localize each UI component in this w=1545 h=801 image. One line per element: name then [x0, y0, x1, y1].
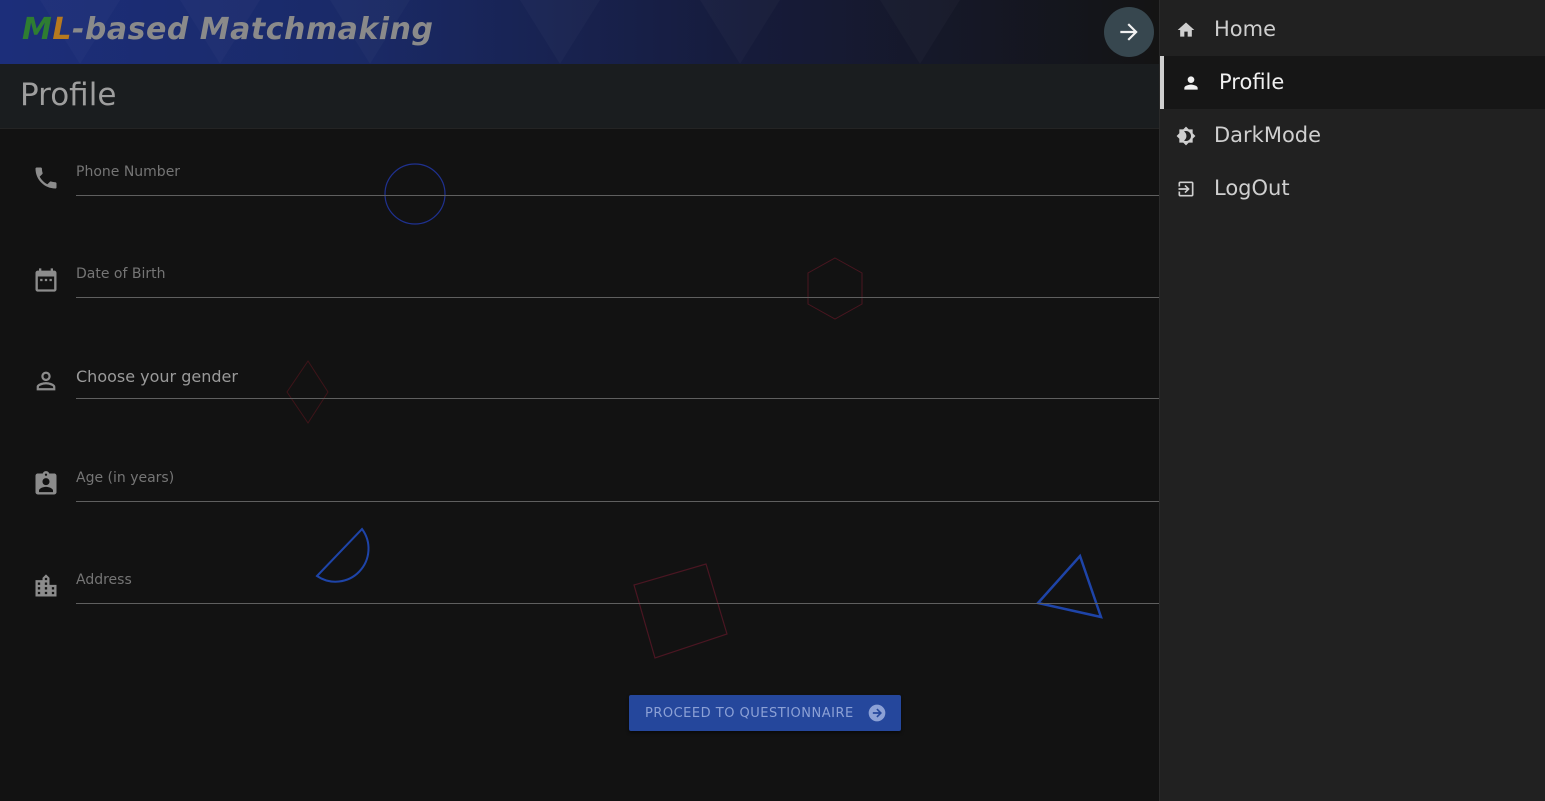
nav-item-label: Profile	[1219, 70, 1285, 94]
brightness-icon	[1176, 126, 1196, 146]
calendar-icon	[35, 268, 57, 292]
brand-text: -based Matchmaking	[71, 12, 434, 47]
phone-number-field[interactable]: Phone Number	[0, 164, 1159, 224]
arrow-circle-right-icon	[868, 704, 886, 722]
phone-icon	[35, 167, 57, 189]
gender-select[interactable]: Choose your gender	[0, 367, 1159, 427]
nav-item-darkmode[interactable]: DarkMode	[1160, 109, 1545, 162]
proceed-button-label: PROCEED TO QUESTIONNAIRE	[645, 705, 854, 721]
nav-item-profile[interactable]: Profile	[1160, 56, 1545, 109]
side-navigation: Home Profile DarkMode LogOut	[1159, 0, 1545, 801]
brand-letter-m: M	[22, 12, 53, 47]
home-icon	[1177, 22, 1195, 37]
field-underline	[76, 501, 1159, 502]
nav-item-label: DarkMode	[1214, 123, 1322, 147]
field-underline	[76, 297, 1159, 298]
app-header: ML-based Matchmaking	[0, 0, 1159, 64]
nav-item-home[interactable]: Home	[1160, 3, 1545, 56]
page-title: Profile	[20, 77, 117, 113]
date-of-birth-field[interactable]: Date of Birth	[0, 266, 1159, 326]
gender-select-label: Choose your gender	[76, 367, 238, 386]
logout-icon	[1178, 181, 1194, 197]
nav-item-logout[interactable]: LogOut	[1160, 162, 1545, 215]
phone-number-label: Phone Number	[76, 164, 181, 180]
person-icon	[1184, 76, 1198, 90]
page-title-bar: Profile	[0, 64, 1159, 129]
address-field[interactable]: Address	[0, 572, 1159, 632]
field-underline	[76, 603, 1159, 604]
age-label: Age (in years)	[76, 470, 175, 486]
header-pattern	[520, 0, 600, 64]
header-pattern	[700, 0, 780, 64]
person-outline-icon	[36, 371, 56, 391]
age-field[interactable]: Age (in years)	[0, 470, 1159, 530]
field-underline	[76, 398, 1159, 399]
city-icon	[35, 574, 57, 597]
brand-letter-l: L	[52, 12, 72, 47]
proceed-to-questionnaire-button[interactable]: PROCEED TO QUESTIONNAIRE	[629, 695, 901, 731]
address-label: Address	[76, 572, 132, 588]
menu-toggle-button[interactable]	[1104, 7, 1154, 57]
app-brand[interactable]: ML-based Matchmaking	[22, 12, 433, 47]
nav-item-label: Home	[1214, 17, 1277, 41]
contact-card-icon	[35, 471, 57, 495]
header-pattern	[880, 0, 960, 64]
arrow-right-icon	[1120, 23, 1138, 41]
date-of-birth-label: Date of Birth	[76, 266, 166, 282]
nav-item-label: LogOut	[1214, 176, 1290, 200]
field-underline	[76, 195, 1159, 196]
